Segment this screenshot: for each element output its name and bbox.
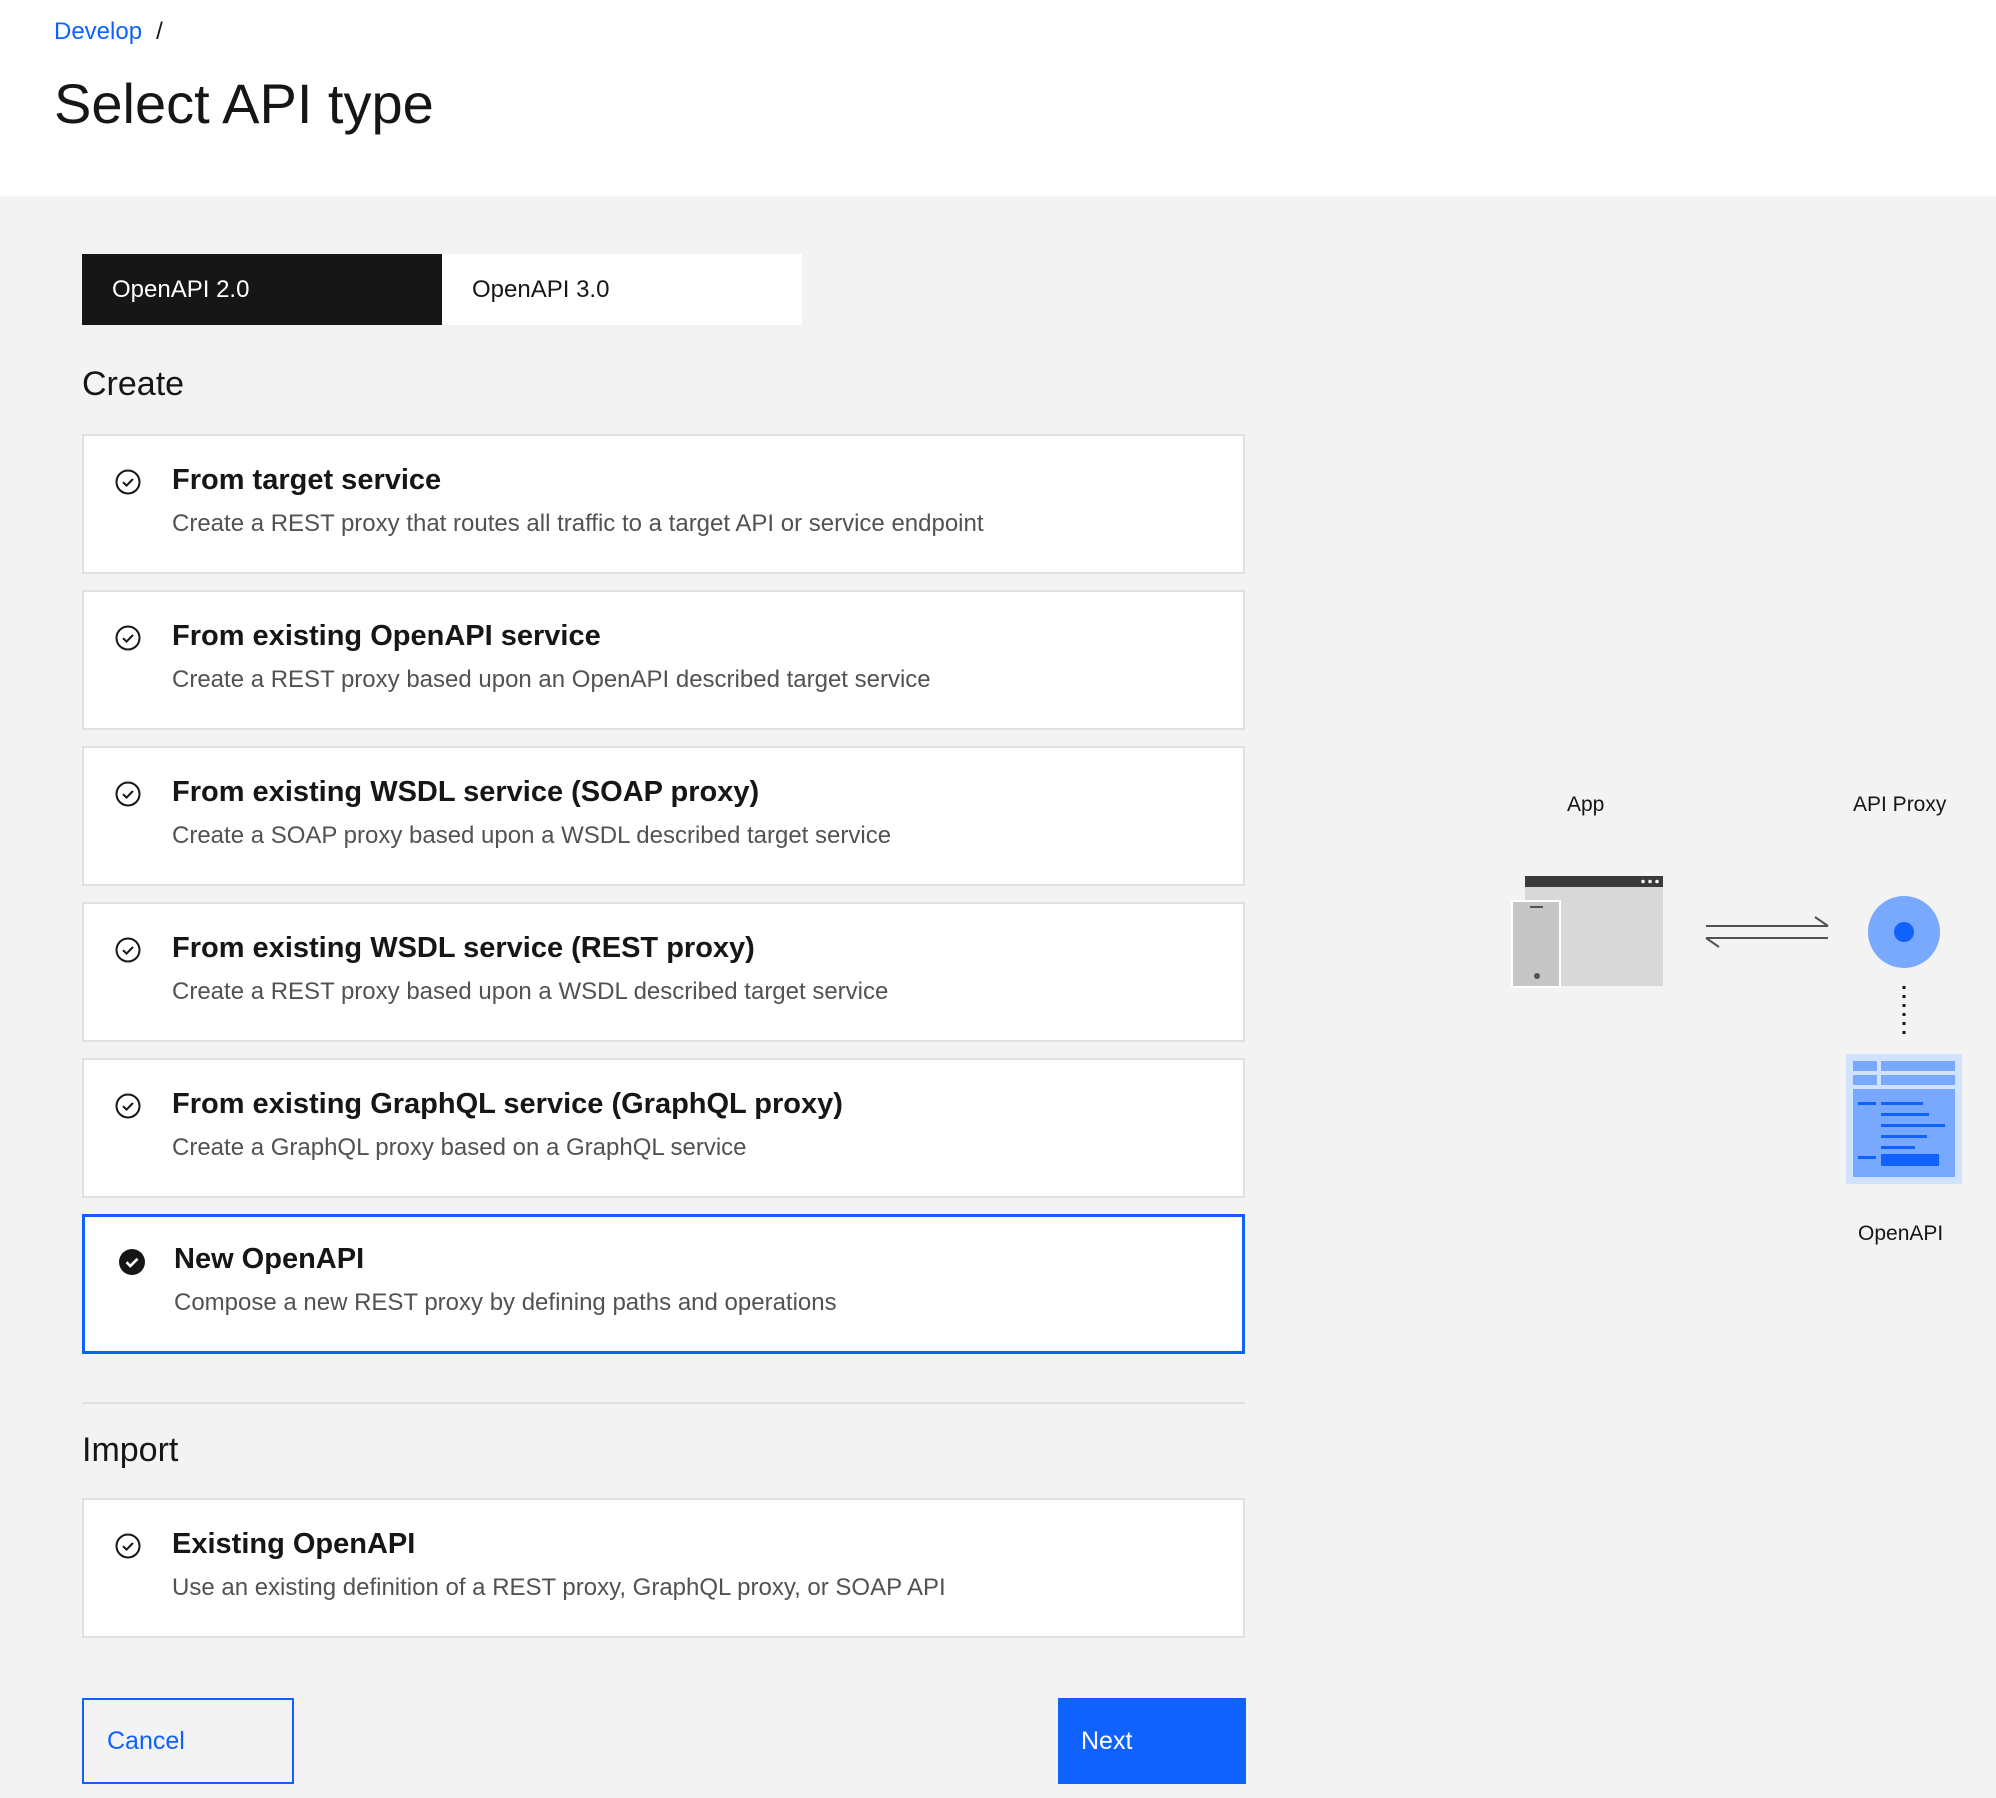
next-button[interactable]: Next — [1058, 1698, 1246, 1784]
checkmark-outline-icon — [115, 1093, 141, 1119]
breadcrumb-develop-link[interactable]: Develop — [54, 18, 142, 45]
breadcrumb-separator: / — [156, 18, 163, 45]
page-header: Develop / Select API type — [0, 0, 1996, 196]
option-title: From existing OpenAPI service — [172, 620, 601, 652]
option-title: From target service — [172, 464, 442, 496]
checkmark-filled-icon — [119, 1249, 145, 1275]
mobile-device-icon — [1511, 900, 1561, 988]
tab-openapi-3[interactable]: OpenAPI 3.0 — [442, 254, 802, 325]
option-description: Create a GraphQL proxy based on a GraphQ… — [172, 1134, 747, 1161]
diagram-graphic — [1511, 876, 1962, 1184]
section-divider — [82, 1402, 1245, 1404]
cancel-button[interactable]: Cancel — [82, 1698, 294, 1784]
option-title: From existing WSDL service (REST proxy) — [172, 932, 755, 964]
option-from-wsdl-rest[interactable]: From existing WSDL service (REST proxy) … — [82, 902, 1245, 1042]
option-description: Compose a new REST proxy by defining pat… — [174, 1289, 837, 1316]
page: Develop / Select API type OpenAPI 2.0 Ope… — [0, 0, 1996, 1798]
option-description: Create a REST proxy based upon a WSDL de… — [172, 978, 889, 1005]
checkmark-outline-icon — [115, 1533, 141, 1559]
option-title: Existing OpenAPI — [172, 1528, 416, 1560]
checkmark-outline-icon — [115, 625, 141, 651]
option-from-graphql[interactable]: From existing GraphQL service (GraphQL p… — [82, 1058, 1245, 1198]
option-from-existing-openapi[interactable]: From existing OpenAPI service Create a R… — [82, 590, 1245, 730]
option-title: From existing WSDL service (SOAP proxy) — [172, 776, 760, 808]
option-description: Use an existing definition of a REST pro… — [172, 1574, 946, 1601]
option-description: Create a REST proxy that routes all traf… — [172, 510, 984, 537]
api-proxy-node-icon — [1868, 896, 1940, 968]
tab-openapi-2[interactable]: OpenAPI 2.0 — [82, 254, 442, 325]
option-title: From existing GraphQL service (GraphQL p… — [172, 1088, 843, 1120]
breadcrumb: Develop / — [54, 16, 163, 48]
option-existing-openapi[interactable]: Existing OpenAPI Use an existing definit… — [82, 1498, 1245, 1638]
import-section-title: Import — [82, 1431, 179, 1469]
option-new-openapi[interactable]: New OpenAPI Compose a new REST proxy by … — [82, 1214, 1245, 1354]
checkmark-outline-icon — [115, 937, 141, 963]
option-title: New OpenAPI — [174, 1243, 365, 1275]
page-title: Select API type — [54, 72, 434, 135]
option-description: Create a SOAP proxy based upon a WSDL de… — [172, 822, 892, 849]
openapi-label: OpenAPI — [1858, 1222, 1944, 1245]
option-from-target-service[interactable]: From target service Create a REST proxy … — [82, 434, 1245, 574]
api-proxy-diagram: App API Proxy OpenAPI — [1480, 780, 1980, 1260]
exchange-arrows-icon — [1705, 916, 1829, 948]
checkmark-outline-icon — [115, 781, 141, 807]
openapi-document-icon — [1846, 1054, 1962, 1184]
create-section-title: Create — [82, 365, 185, 403]
option-from-wsdl-soap[interactable]: From existing WSDL service (SOAP proxy) … — [82, 746, 1245, 886]
openapi-version-tabs: OpenAPI 2.0 OpenAPI 3.0 — [82, 254, 802, 325]
checkmark-outline-icon — [115, 469, 141, 495]
option-description: Create a REST proxy based upon an OpenAP… — [172, 666, 931, 693]
